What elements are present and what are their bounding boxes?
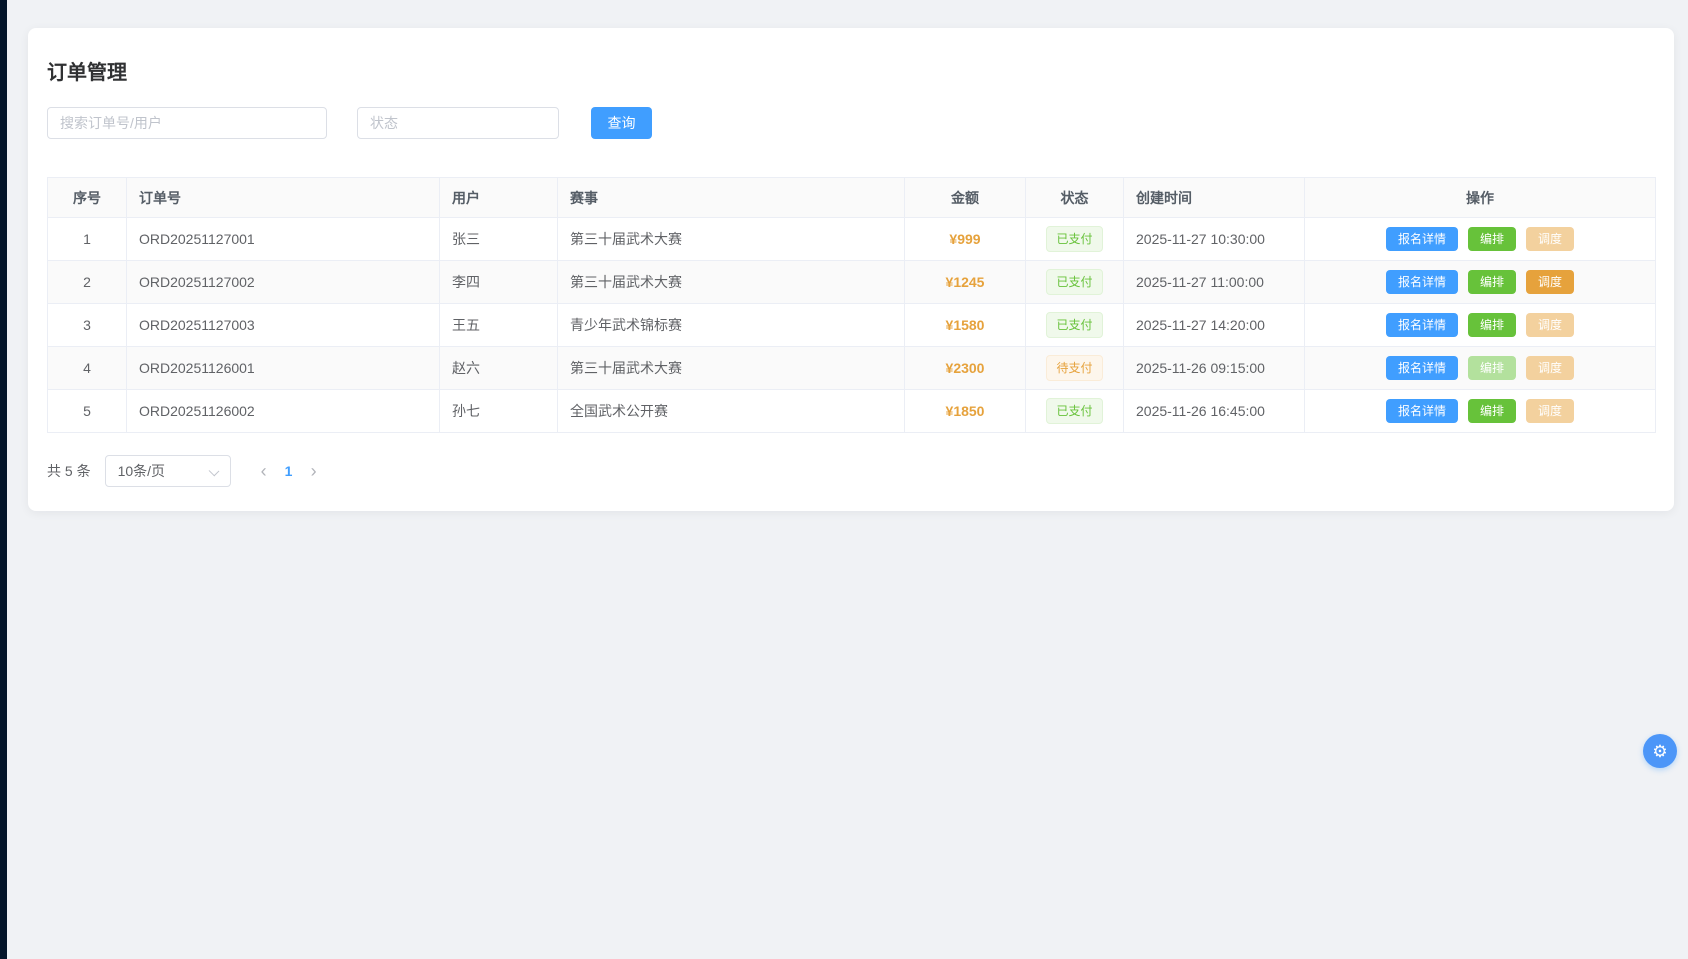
cell-order-no: ORD20251127001 xyxy=(127,218,440,261)
row-actions: 报名详情编排调度 xyxy=(1317,270,1643,294)
column-header-index: 序号 xyxy=(48,178,127,218)
dispatch-button: 调度 xyxy=(1526,313,1574,337)
table-row: 5ORD20251126002孙七全国武术公开赛¥1850 已支付 2025-11-… xyxy=(48,390,1656,433)
table-row: 4ORD20251126001赵六第三十届武术大赛¥2300 待支付 2025-11… xyxy=(48,347,1656,390)
cell-user: 张三 xyxy=(440,218,558,261)
table-header-row: 序号 订单号 用户 赛事 金额 状态 创建时间 操作 xyxy=(48,178,1656,218)
cell-event: 第三十届武术大赛 xyxy=(558,218,905,261)
status-badge: 已支付 xyxy=(1046,398,1102,424)
cell-created-at: 2025-11-27 11:00:00 xyxy=(1124,261,1305,304)
cell-index: 1 xyxy=(48,218,127,261)
dispatch-button[interactable]: 调度 xyxy=(1526,270,1574,294)
cell-order-no: ORD20251126002 xyxy=(127,390,440,433)
status-filter-input[interactable] xyxy=(357,107,559,139)
cell-created-at: 2025-11-27 14:20:00 xyxy=(1124,304,1305,347)
cell-created-at: 2025-11-27 10:30:00 xyxy=(1124,218,1305,261)
cell-user: 孙七 xyxy=(440,390,558,433)
cell-index: 4 xyxy=(48,347,127,390)
pagination: 共 5 条 10条/页 ‹ 1 › xyxy=(47,455,1655,487)
page-number-1[interactable]: 1 xyxy=(275,459,303,483)
cell-user: 李四 xyxy=(440,261,558,304)
query-button[interactable]: 查询 xyxy=(591,107,652,139)
detail-button[interactable]: 报名详情 xyxy=(1386,227,1458,251)
detail-button[interactable]: 报名详情 xyxy=(1386,399,1458,423)
cell-order-no: ORD20251127002 xyxy=(127,261,440,304)
arrange-button[interactable]: 编排 xyxy=(1468,227,1516,251)
detail-button[interactable]: 报名详情 xyxy=(1386,356,1458,380)
cell-actions: 报名详情编排调度 xyxy=(1305,218,1656,261)
cell-event: 全国武术公开赛 xyxy=(558,390,905,433)
column-header-order-no: 订单号 xyxy=(127,178,440,218)
arrange-button: 编排 xyxy=(1468,356,1516,380)
row-actions: 报名详情编排调度 xyxy=(1317,399,1643,423)
dispatch-button: 调度 xyxy=(1526,399,1574,423)
cell-event: 第三十届武术大赛 xyxy=(558,261,905,304)
column-header-event: 赛事 xyxy=(558,178,905,218)
arrange-button[interactable]: 编排 xyxy=(1468,399,1516,423)
filter-bar: 查询 xyxy=(47,107,1655,139)
cell-status: 已支付 xyxy=(1026,304,1124,347)
status-badge: 已支付 xyxy=(1046,269,1102,295)
cell-index: 2 xyxy=(48,261,127,304)
detail-button[interactable]: 报名详情 xyxy=(1386,313,1458,337)
cell-actions: 报名详情编排调度 xyxy=(1305,390,1656,433)
column-header-status: 状态 xyxy=(1026,178,1124,218)
page-title: 订单管理 xyxy=(47,56,1655,85)
detail-button[interactable]: 报名详情 xyxy=(1386,270,1458,294)
column-header-user: 用户 xyxy=(440,178,558,218)
cell-actions: 报名详情编排调度 xyxy=(1305,304,1656,347)
cell-status: 已支付 xyxy=(1026,390,1124,433)
status-badge: 已支付 xyxy=(1046,226,1102,252)
settings-fab-button[interactable]: ⚙ xyxy=(1643,734,1677,768)
prev-page-button[interactable]: ‹ xyxy=(253,458,275,484)
cell-user: 赵六 xyxy=(440,347,558,390)
arrange-button[interactable]: 编排 xyxy=(1468,313,1516,337)
cell-order-no: ORD20251127003 xyxy=(127,304,440,347)
column-header-created-at: 创建时间 xyxy=(1124,178,1305,218)
cell-index: 5 xyxy=(48,390,127,433)
cell-amount: ¥1245 xyxy=(905,261,1026,304)
status-badge: 待支付 xyxy=(1046,355,1102,381)
cell-created-at: 2025-11-26 09:15:00 xyxy=(1124,347,1305,390)
table-row: 3ORD20251127003王五青少年武术锦标赛¥1580 已支付 2025-11… xyxy=(48,304,1656,347)
cell-user: 王五 xyxy=(440,304,558,347)
dispatch-button: 调度 xyxy=(1526,356,1574,380)
cell-amount: ¥1850 xyxy=(905,390,1026,433)
cell-actions: 报名详情编排调度 xyxy=(1305,347,1656,390)
cell-order-no: ORD20251126001 xyxy=(127,347,440,390)
pagination-total: 共 5 条 xyxy=(47,461,91,481)
page-size-select[interactable]: 10条/页 xyxy=(105,455,231,487)
order-table-body: 1ORD20251127001张三第三十届武术大赛¥999已支付2025-11-… xyxy=(48,218,1656,433)
chevron-down-icon xyxy=(208,466,219,477)
search-input[interactable] xyxy=(47,107,327,139)
sidebar-strip xyxy=(0,0,7,959)
status-badge: 已支付 xyxy=(1046,312,1102,338)
column-header-amount: 金额 xyxy=(905,178,1026,218)
row-actions: 报名详情编排调度 xyxy=(1317,227,1643,251)
cell-status: 待支付 xyxy=(1026,347,1124,390)
column-header-actions: 操作 xyxy=(1305,178,1656,218)
cell-event: 青少年武术锦标赛 xyxy=(558,304,905,347)
cell-status: 已支付 xyxy=(1026,261,1124,304)
page-size-value: 10条/页 xyxy=(118,461,165,481)
table-row: 2ORD20251127002李四第三十届武术大赛¥1245 已支付 2025-11… xyxy=(48,261,1656,304)
cell-amount: ¥999 xyxy=(905,218,1026,261)
row-actions: 报名详情编排调度 xyxy=(1317,356,1643,380)
gear-icon: ⚙ xyxy=(1652,743,1667,760)
cell-index: 3 xyxy=(48,304,127,347)
cell-status: 已支付 xyxy=(1026,218,1124,261)
arrange-button[interactable]: 编排 xyxy=(1468,270,1516,294)
row-actions: 报名详情编排调度 xyxy=(1317,313,1643,337)
cell-event: 第三十届武术大赛 xyxy=(558,347,905,390)
cell-amount: ¥2300 xyxy=(905,347,1026,390)
cell-created-at: 2025-11-26 16:45:00 xyxy=(1124,390,1305,433)
table-row: 1ORD20251127001张三第三十届武术大赛¥999 已支付 2025-11-… xyxy=(48,218,1656,261)
cell-amount: ¥1580 xyxy=(905,304,1026,347)
pager: ‹ 1 › xyxy=(253,458,325,484)
cell-actions: 报名详情编排调度 xyxy=(1305,261,1656,304)
next-page-button[interactable]: › xyxy=(303,458,325,484)
dispatch-button: 调度 xyxy=(1526,227,1574,251)
order-management-card: 订单管理 查询 序号 订单号 用户 赛事 金额 状态 创建时间 操作 1ORD2… xyxy=(28,28,1674,511)
order-table: 序号 订单号 用户 赛事 金额 状态 创建时间 操作 1ORD202511270… xyxy=(47,177,1656,433)
